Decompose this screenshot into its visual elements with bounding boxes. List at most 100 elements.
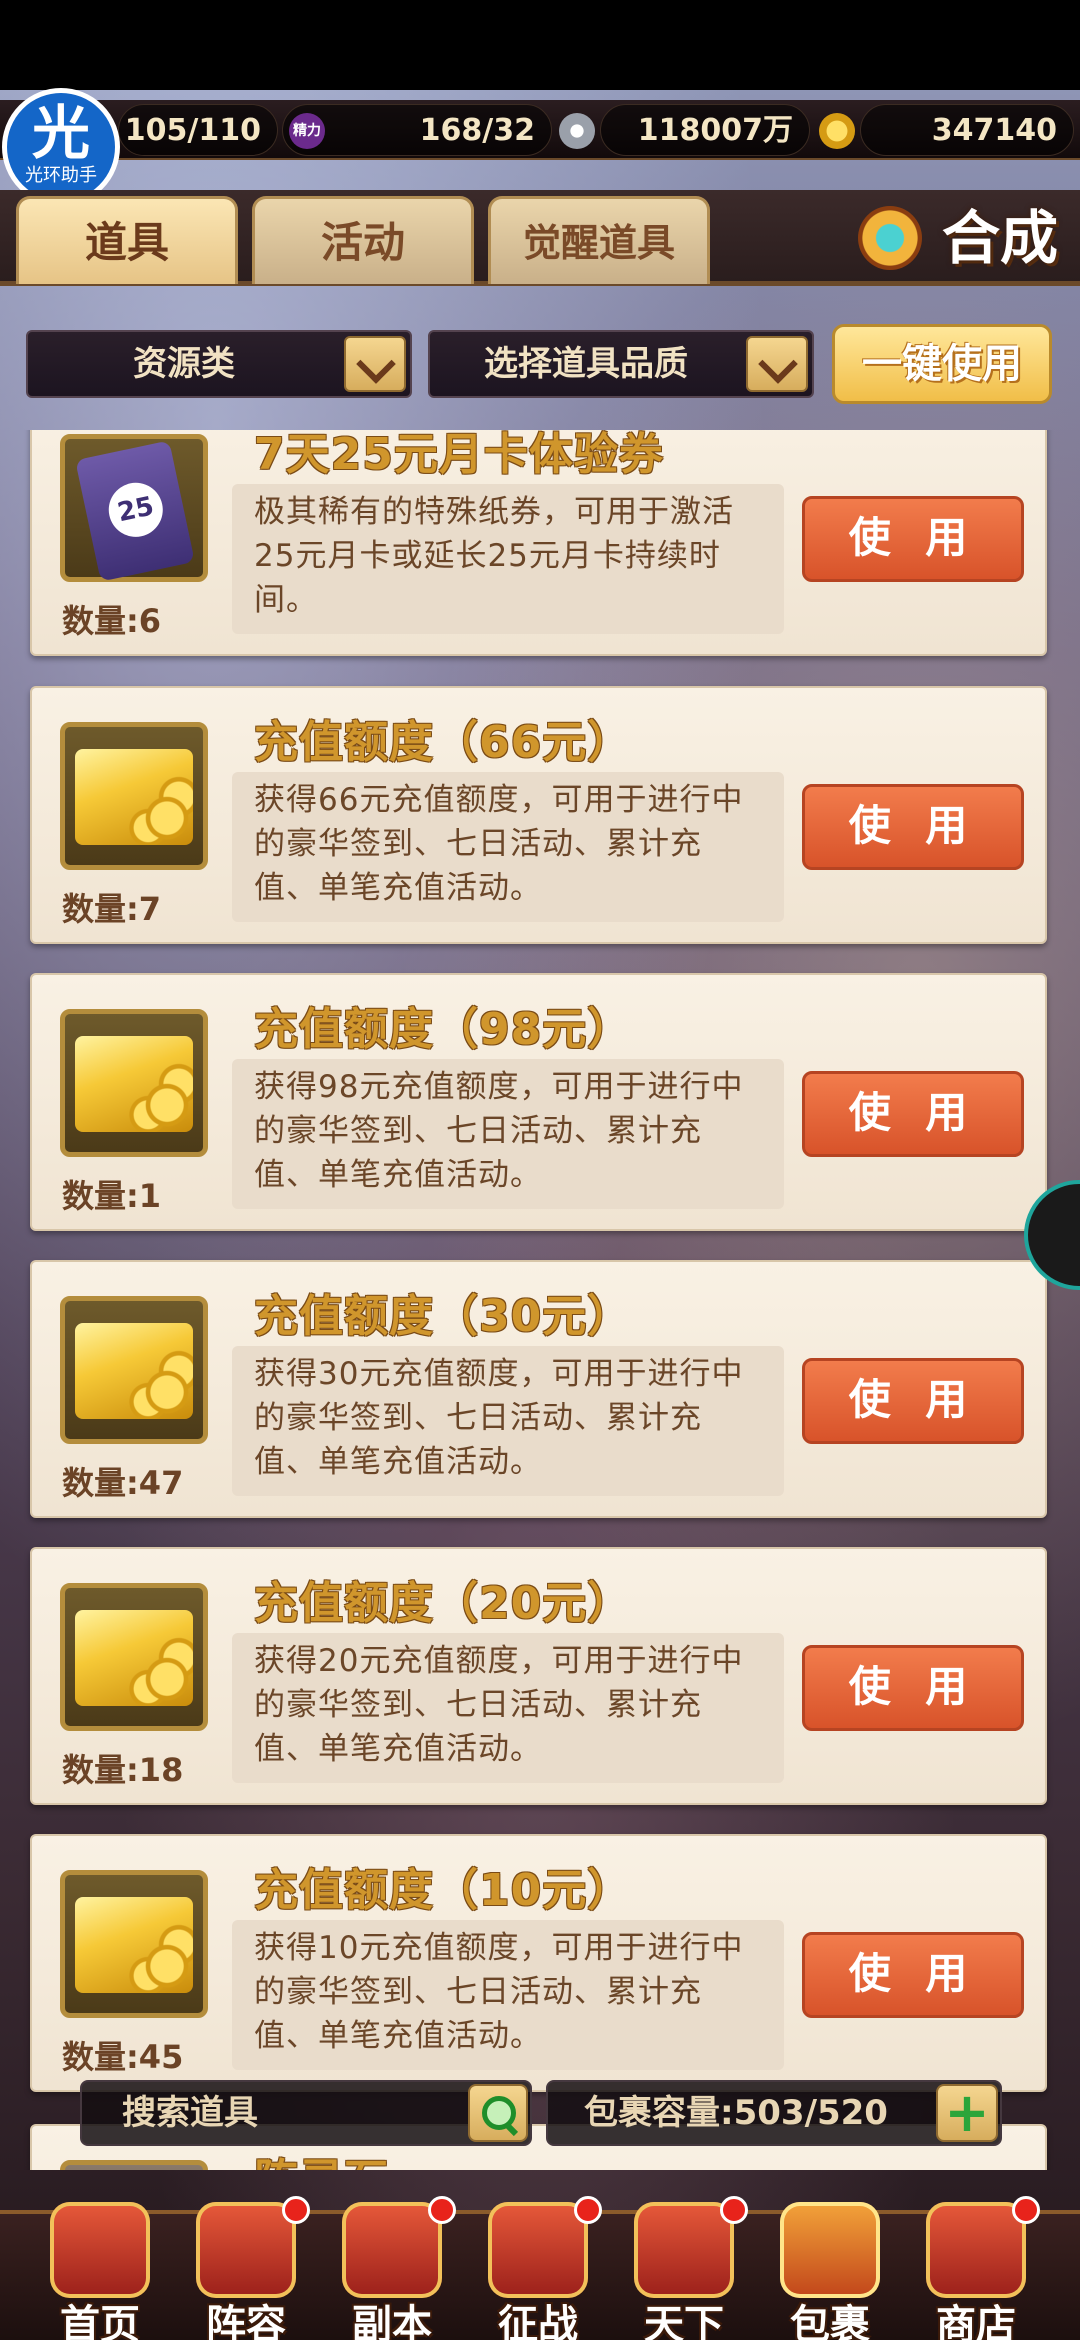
quality-select-label: 选择道具品质 (484, 344, 688, 384)
nav-label: 商店 (936, 2302, 1016, 2340)
notification-dot (720, 2196, 748, 2224)
gold-value: 347140 (931, 113, 1057, 148)
use-button[interactable]: 使 用 (802, 1358, 1024, 1444)
use-button[interactable]: 使 用 (802, 1932, 1024, 2018)
gold-bars-icon[interactable] (60, 1583, 208, 1731)
item-description: 极其稀有的特殊纸券，可用于激活25元月卡或延长25元月卡持续时间。 (232, 484, 784, 634)
stone-icon[interactable] (60, 2160, 208, 2170)
silver-counter: 118007万 (600, 104, 855, 156)
shop-coins-icon (926, 2202, 1026, 2298)
item-description: 获得10元充值额度，可用于进行中的豪华签到、七日活动、累计充值、单笔充值活动。 (232, 1920, 784, 2070)
list-item: 25 数量:6 7天25元月卡体验券 极其稀有的特殊纸券，可用于激活25元月卡或… (30, 430, 1047, 656)
compose-gear-icon (858, 206, 922, 270)
gold-bars-icon[interactable] (60, 1870, 208, 2018)
coupon-number: 25 (103, 477, 168, 542)
home-pavilion-icon (50, 2202, 150, 2298)
item-title: 充值额度（20元） (254, 1578, 633, 1629)
nav-home[interactable]: 首页 (30, 2196, 170, 2340)
nav-bag[interactable]: 包裹 (760, 2196, 900, 2340)
item-title: 阵灵石 (254, 2144, 389, 2170)
nav-label: 包裹 (790, 2302, 870, 2340)
use-button[interactable]: 使 用 (802, 1645, 1024, 1731)
nav-label: 阵容 (206, 2302, 286, 2340)
item-title: 充值额度（10元） (254, 1865, 633, 1916)
gold-counter: 347140 (860, 104, 1074, 156)
category-select-label: 资源类 (133, 344, 235, 384)
nav-lineup[interactable]: 阵容 (176, 2196, 316, 2340)
list-item: 数量:47 充值额度（30元） 获得30元充值额度，可用于进行中的豪华签到、七日… (30, 1260, 1047, 1518)
tab-awaken-items[interactable]: 觉醒道具 (488, 196, 710, 284)
notification-dot (282, 2196, 310, 2224)
item-quantity: 数量:47 (62, 1464, 184, 1502)
item-title: 7天25元月卡体验券 (254, 430, 664, 480)
tab-activity[interactable]: 活动 (252, 196, 474, 284)
search-input[interactable]: 搜索道具 (80, 2080, 532, 2146)
nav-world[interactable]: 天下 (614, 2196, 754, 2340)
tab-items[interactable]: 道具 (16, 196, 238, 284)
bag-pouch-icon (780, 2202, 880, 2298)
gold-ingot-icon (819, 113, 855, 149)
expand-capacity-button[interactable]: + (936, 2084, 998, 2142)
search-placeholder: 搜索道具 (122, 2093, 258, 2133)
list-item: 数量:1 充值额度（98元） 获得98元充值额度，可用于进行中的豪华签到、七日活… (30, 973, 1047, 1231)
item-title: 充值额度（30元） (254, 1291, 633, 1342)
quality-select[interactable]: 选择道具品质 (428, 330, 814, 398)
item-description: 获得30元充值额度，可用于进行中的豪华签到、七日活动、累计充值、单笔充值活动。 (232, 1346, 784, 1496)
bag-capacity: 包裹容量:503/520 + (546, 2080, 1002, 2146)
chevron-down-icon[interactable] (344, 336, 406, 392)
nav-label: 天下 (644, 2302, 724, 2340)
compose-button[interactable]: 合成 (858, 192, 1058, 284)
chevron-down-icon[interactable] (746, 336, 808, 392)
list-item: 数量:18 充值额度（20元） 获得20元充值额度，可用于进行中的豪华签到、七日… (30, 1547, 1047, 1805)
gold-bars-icon[interactable] (60, 722, 208, 870)
item-description: 获得98元充值额度，可用于进行中的豪华签到、七日活动、累计充值、单笔充值活动。 (232, 1059, 784, 1209)
lineup-banner-icon (196, 2202, 296, 2298)
notification-dot (1012, 2196, 1040, 2224)
compose-label: 合成 (941, 204, 1058, 272)
capacity-text: 包裹容量:503/520 (584, 2093, 888, 2133)
item-quantity: 数量:1 (62, 1177, 162, 1215)
nav-label: 首页 (60, 2302, 140, 2340)
campaign-target-icon (488, 2202, 588, 2298)
item-list[interactable]: 25 数量:6 7天25元月卡体验券 极其稀有的特殊纸券，可用于激活25元月卡或… (0, 430, 1080, 2170)
nav-shop[interactable]: 商店 (906, 2196, 1046, 2340)
use-button[interactable]: 使 用 (802, 1071, 1024, 1157)
nav-campaign[interactable]: 征战 (468, 2196, 608, 2340)
assistant-label: 光环助手 (25, 165, 97, 186)
list-item: 数量:45 充值额度（10元） 获得10元充值额度，可用于进行中的豪华签到、七日… (30, 1834, 1047, 2092)
notification-dot (428, 2196, 456, 2224)
coupon-icon[interactable]: 25 (60, 434, 208, 582)
stamina-value: 168/32 (419, 113, 535, 148)
stamina-counter: 精力 168/32 (282, 104, 595, 156)
assistant-glyph: 光 (31, 99, 90, 167)
search-icon[interactable] (468, 2084, 528, 2142)
list-item: 数量:7 充值额度（66元） 获得66元充值额度，可用于进行中的豪华签到、七日活… (30, 686, 1047, 944)
stamina-icon: 精力 (289, 113, 325, 149)
item-quantity: 数量:7 (62, 890, 162, 928)
silver-value: 118007万 (637, 113, 793, 148)
item-description: 获得66元充值额度，可用于进行中的豪华签到、七日活动、累计充值、单笔充值活动。 (232, 772, 784, 922)
item-description: 获得20元充值额度，可用于进行中的豪华签到、七日活动、累计充值、单笔充值活动。 (232, 1633, 784, 1783)
energy-counter: 105/110 (118, 104, 278, 156)
item-title: 充值额度（66元） (254, 717, 633, 768)
gold-bars-icon[interactable] (60, 1296, 208, 1444)
gold-bars-icon[interactable] (60, 1009, 208, 1157)
item-quantity: 数量:18 (62, 1751, 184, 1789)
category-select[interactable]: 资源类 (26, 330, 412, 398)
energy-value: 105/110 (124, 113, 261, 148)
dungeon-helmet-icon (342, 2202, 442, 2298)
assistant-overlay-button[interactable]: 光 光环助手 (2, 88, 120, 206)
use-all-button[interactable]: 一键使用 (832, 324, 1052, 404)
status-area (0, 0, 1080, 90)
nav-label: 副本 (352, 2302, 432, 2340)
nav-label: 征战 (498, 2302, 578, 2340)
nav-dungeon[interactable]: 副本 (322, 2196, 462, 2340)
use-button[interactable]: 使 用 (802, 784, 1024, 870)
item-title: 充值额度（98元） (254, 1004, 633, 1055)
item-quantity: 数量:45 (62, 2038, 184, 2076)
silver-coin-icon (559, 113, 595, 149)
notification-dot (574, 2196, 602, 2224)
item-quantity: 数量:6 (62, 602, 162, 640)
world-banner-icon (634, 2202, 734, 2298)
use-button[interactable]: 使 用 (802, 496, 1024, 582)
